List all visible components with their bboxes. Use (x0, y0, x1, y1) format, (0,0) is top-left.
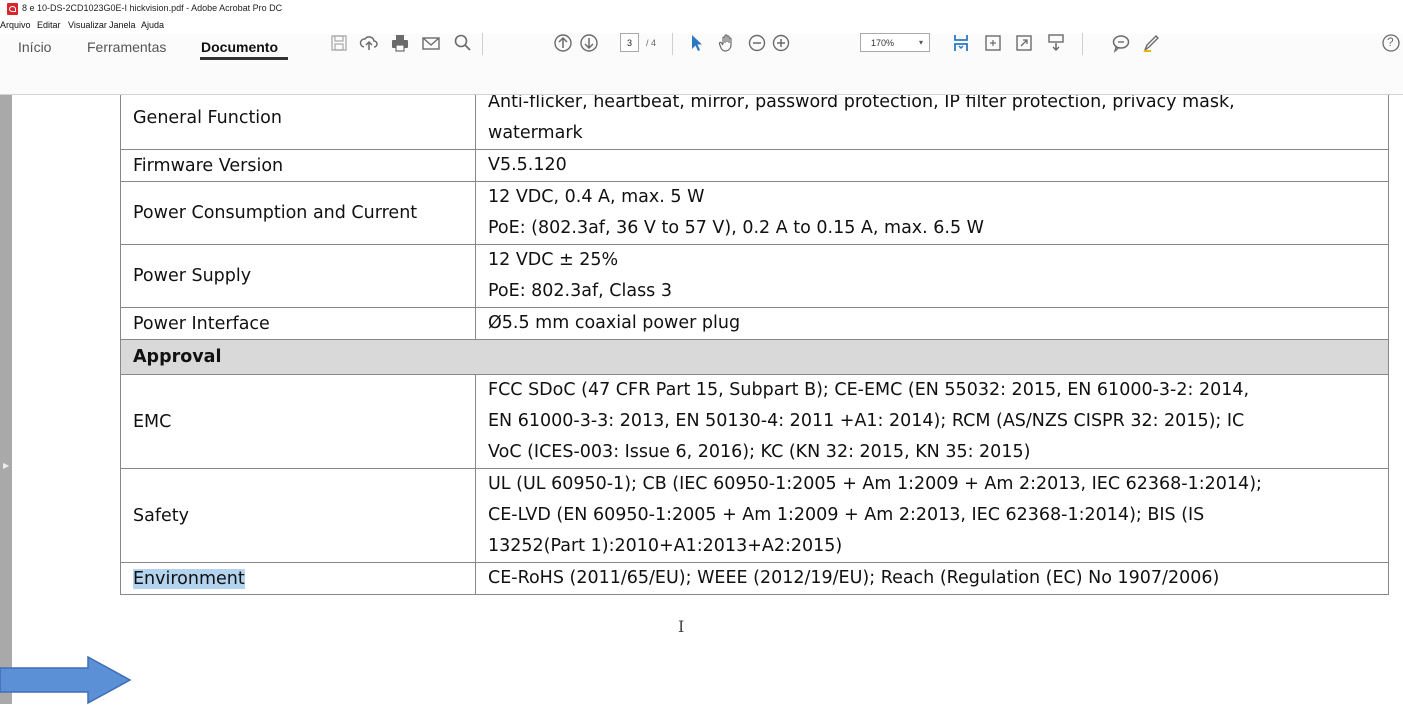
spec-value-line: Ø5.5 mm coaxial power plug (488, 313, 741, 333)
spec-value: UL (UL 60950-1); CB (IEC 60950-1:2005 + … (475, 468, 1389, 563)
table-row: Firmware Version V5.5.120 (120, 149, 1389, 182)
spec-value-line: 12 VDC, 0.4 A, max. 5 W (488, 187, 705, 207)
help-label: ? (1387, 35, 1394, 49)
full-screen-icon[interactable] (1013, 32, 1035, 54)
section-row: Approval (120, 339, 1389, 375)
left-navigation-panel[interactable]: ▶ (0, 95, 12, 704)
page-down-icon[interactable] (578, 32, 600, 54)
spec-value-line: watermark (488, 123, 583, 143)
spec-value-line: CE-RoHS (2011/65/EU); WEEE (2012/19/EU);… (488, 568, 1220, 588)
spec-value-line: 12 VDC ± 25% (488, 250, 619, 270)
spec-value-line: UL (UL 60950-1); CB (IEC 60950-1:2005 + … (488, 474, 1262, 494)
spec-value-line: V5.5.120 (488, 155, 567, 175)
active-tab-indicator (200, 57, 288, 60)
hand-tool-icon[interactable] (716, 32, 738, 54)
spec-value: V5.5.120 (475, 149, 1389, 182)
toolbar-separator (1082, 33, 1083, 55)
spec-key: Power Interface (120, 307, 476, 340)
upload-icon[interactable] (358, 32, 380, 54)
page-number-input[interactable]: 3 (620, 33, 639, 52)
menu-visualizar[interactable]: Visualizar (68, 20, 107, 30)
window-title: 8 e 10-DS-2CD1023G0E-I hickvision.pdf - … (22, 3, 283, 13)
spec-value: Ø5.5 mm coaxial power plug (475, 307, 1389, 340)
spec-key: Firmware Version (120, 149, 476, 182)
spec-value: CE-RoHS (2011/65/EU); WEEE (2012/19/EU);… (475, 562, 1389, 595)
spec-value: 12 VDC, 0.4 A, max. 5 W PoE: (802.3af, 3… (475, 181, 1389, 245)
save-icon[interactable] (328, 32, 350, 54)
zoom-out-icon[interactable] (746, 32, 768, 54)
spec-key-highlighted[interactable]: Environment (120, 562, 476, 595)
spec-value-line: CE-LVD (EN 60950-1:2005 + Am 1:2009 + Am… (488, 505, 1205, 525)
page-total: / 4 (646, 38, 657, 48)
spec-key: General Function (120, 95, 476, 150)
spec-value-line: 13252(Part 1):2010+A1:2013+A2:2015) (488, 536, 843, 556)
menu-arquivo[interactable]: Arquivo (0, 20, 31, 30)
spec-value: FCC SDoC (47 CFR Part 15, Subpart B); CE… (475, 374, 1389, 469)
section-heading: Approval (120, 339, 1389, 375)
menu-janela[interactable]: Janela (109, 20, 136, 30)
spec-value: 12 VDC ± 25% PoE: 802.3af, Class 3 (475, 244, 1389, 308)
text-cursor-icon: I (678, 617, 685, 636)
tab-ferramentas[interactable]: Ferramentas (87, 39, 166, 55)
fit-page-icon[interactable] (950, 32, 972, 54)
email-icon[interactable] (420, 32, 442, 54)
comment-icon[interactable] (1110, 32, 1132, 54)
table-row: General Function Anti-flicker, heartbeat… (120, 95, 1389, 150)
spec-value: Anti-flicker, heartbeat, mirror, passwor… (475, 95, 1389, 150)
table-row: Power Supply 12 VDC ± 25% PoE: 802.3af, … (120, 244, 1389, 308)
chevron-down-icon: ▾ (918, 38, 923, 47)
print-icon[interactable] (389, 32, 411, 54)
tab-inicio[interactable]: Início (18, 39, 51, 55)
spec-value-line: Anti-flicker, heartbeat, mirror, passwor… (488, 95, 1235, 112)
arrow-annotation-icon (0, 655, 132, 705)
zoom-in-icon[interactable] (770, 32, 792, 54)
table-row: Power Interface Ø5.5 mm coaxial power pl… (120, 307, 1389, 340)
menu-ajuda[interactable]: Ajuda (141, 20, 164, 30)
pdf-file-icon (7, 3, 18, 15)
spec-table: General Function Anti-flicker, heartbeat… (120, 95, 1389, 595)
tab-documento[interactable]: Documento (201, 39, 278, 55)
zoom-select[interactable]: 170% ▾ (860, 33, 930, 52)
highlight-pen-icon[interactable] (1140, 32, 1162, 54)
spec-value-line: FCC SDoC (47 CFR Part 15, Subpart B); CE… (488, 380, 1250, 400)
spec-value-line: PoE: 802.3af, Class 3 (488, 281, 672, 301)
select-arrow-icon[interactable] (686, 32, 708, 54)
title-bar: 8 e 10-DS-2CD1023G0E-I hickvision.pdf - … (0, 0, 1403, 18)
spec-key: EMC (120, 374, 476, 469)
spec-key: Safety (120, 468, 476, 563)
scroll-mode-icon[interactable] (1045, 32, 1067, 54)
spec-key: Power Supply (120, 244, 476, 308)
page-up-icon[interactable] (552, 32, 574, 54)
spec-value-line: VoC (ICES-003: Issue 6, 2016); KC (KN 32… (488, 442, 1031, 462)
search-icon[interactable] (452, 32, 474, 54)
expand-panel-icon[interactable]: ▶ (3, 461, 9, 470)
table-row: EMC FCC SDoC (47 CFR Part 15, Subpart B)… (120, 374, 1389, 469)
toolbar-separator (672, 33, 673, 55)
zoom-value: 170% (871, 38, 895, 48)
table-row: Environment CE-RoHS (2011/65/EU); WEEE (… (120, 562, 1389, 595)
spec-key: Power Consumption and Current (120, 181, 476, 245)
table-row: Power Consumption and Current 12 VDC, 0.… (120, 181, 1389, 245)
fit-width-icon[interactable] (982, 32, 1004, 54)
document-view[interactable]: General Function Anti-flicker, heartbeat… (12, 95, 1403, 704)
table-row: Safety UL (UL 60950-1); CB (IEC 60950-1:… (120, 468, 1389, 563)
spec-value-line: PoE: (802.3af, 36 V to 57 V), 0.2 A to 0… (488, 218, 984, 238)
toolbar-separator (482, 33, 483, 55)
selected-text[interactable]: Environment (133, 568, 245, 589)
spec-value-line: EN 61000-3-3: 2013, EN 50130-4: 2011 +A1… (488, 411, 1245, 431)
menu-editar[interactable]: Editar (37, 20, 61, 30)
